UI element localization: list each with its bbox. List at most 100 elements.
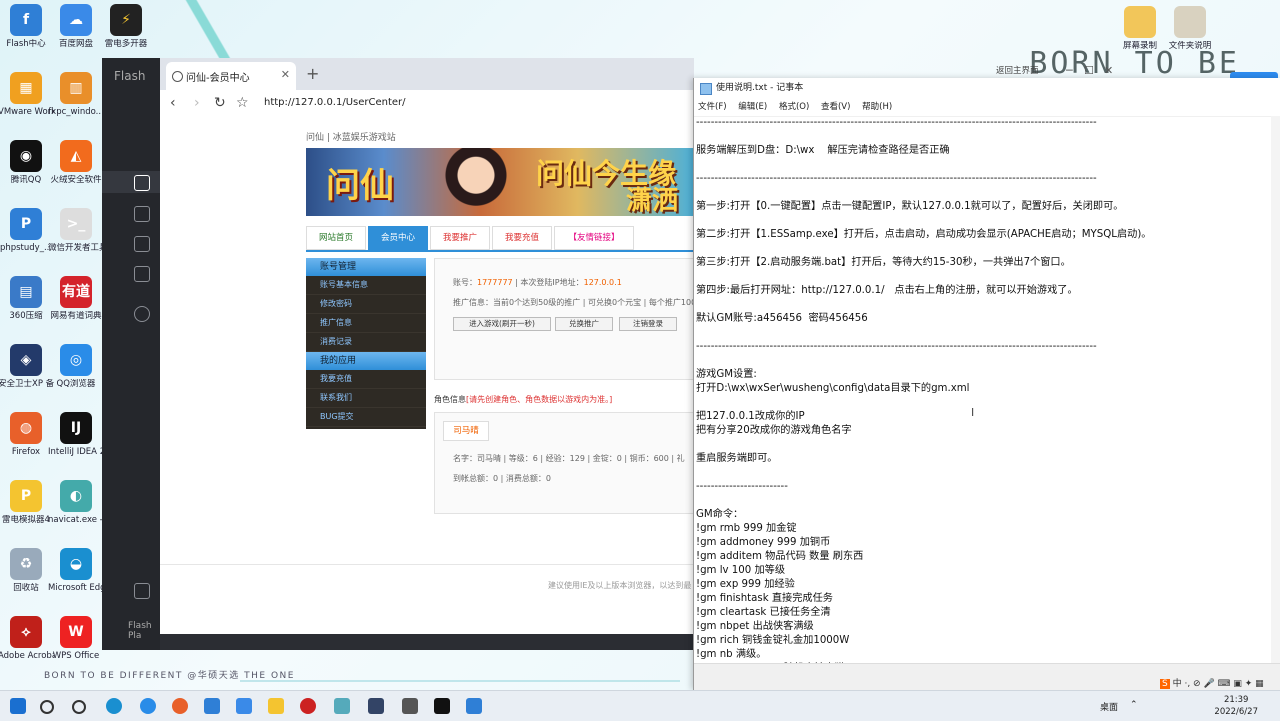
desktop-col2-icon-0[interactable]: ☁ 百度网盘 [48, 4, 104, 50]
edge-icon[interactable] [106, 698, 122, 714]
side-item-contact[interactable]: 联系我们 [306, 389, 426, 408]
desktop-left-icon-2[interactable]: ◉ 腾讯QQ [0, 140, 54, 186]
desktop-left-icon-3[interactable]: Pphpstudy_... [0, 208, 54, 254]
desktop-icon-label: phpstudy_... [0, 243, 53, 253]
notepad-line [696, 326, 1269, 340]
desktop-col2-icon-4[interactable]: 有道 网易有道词典 [48, 276, 104, 322]
image-icon[interactable] [134, 236, 150, 252]
side-item-change-password[interactable]: 修改密码 [306, 295, 426, 314]
logout-button[interactable]: 注销登录 [619, 317, 677, 331]
notepad-line: 把127.0.0.1改成你的IP [696, 411, 805, 422]
desktop-left-icon-1[interactable]: ▦ VMware Workstati... [0, 72, 54, 118]
notepad-task-icon[interactable] [334, 698, 350, 714]
firefox-icon[interactable] [172, 698, 188, 714]
record-icon[interactable] [300, 698, 316, 714]
clock-date: 2022/6/27 [1214, 707, 1258, 717]
role-tab[interactable]: 司马晴 [443, 421, 489, 441]
menu-recharge[interactable]: 我要充值 [492, 226, 552, 250]
notepad-scrollbar[interactable] [1271, 116, 1280, 664]
box-icon[interactable] [134, 266, 150, 282]
play-icon[interactable] [134, 175, 150, 191]
reload-icon[interactable]: ↻ [214, 95, 226, 111]
taskbar-clock[interactable]: 21:39 2022/6/27 [1214, 694, 1258, 718]
desktop-left-icon-9[interactable]: ⟡ Adobe Acrobat DC [0, 616, 54, 662]
flash-center-icon[interactable] [466, 698, 482, 714]
user-icon[interactable] [134, 306, 150, 322]
menu-help[interactable]: 帮助(H) [862, 102, 892, 112]
menu-format[interactable]: 格式(O) [779, 102, 809, 112]
desktop-icon-leidian-multi[interactable]: ⚡ 雷电多开器 [98, 4, 154, 50]
flash-icon[interactable] [204, 698, 220, 714]
terminal-icon[interactable] [434, 698, 450, 714]
side-item-promotion[interactable]: 推广信息 [306, 314, 426, 333]
menu-promote[interactable]: 我要推广 [430, 226, 490, 250]
vmware-icon[interactable] [368, 698, 384, 714]
menu-edit[interactable]: 编辑(E) [738, 102, 767, 112]
leidian-icon[interactable] [268, 698, 284, 714]
desktop-col2-icon-7[interactable]: ◐ navicat.exe - 快捷方式 [48, 480, 104, 526]
new-tab-button[interactable]: + [306, 64, 319, 83]
desktop-left-icon-5[interactable]: ◈ 安全卫士XP 备用/安全助手 [0, 344, 54, 390]
app-icon: ☁ [60, 4, 92, 36]
exchange-promo-button[interactable]: 兑换推广 [555, 317, 613, 331]
desktop-folder-screen-record[interactable]: 屏幕录制 [1112, 6, 1168, 52]
notepad-line: !gm addmoney 999 加铜币 [696, 537, 831, 548]
side-item-spending[interactable]: 消费记录 [306, 333, 426, 352]
desktop-folder-notes[interactable]: 文件夹说明 [1162, 6, 1218, 52]
browser-tab[interactable]: 问仙-会员中心 ✕ [166, 62, 296, 90]
desktop-icon-label: 网易有道词典 [50, 311, 102, 321]
side-item-bug-report[interactable]: BUG提交 [306, 408, 426, 427]
baidu-netdisk-icon[interactable] [236, 698, 252, 714]
notepad-line: ----------------------------------------… [696, 341, 1097, 352]
forward-icon[interactable]: › [194, 95, 200, 111]
feather-icon[interactable] [402, 698, 418, 714]
footer-divider [160, 564, 694, 565]
login-ip: 127.0.0.1 [583, 278, 622, 287]
search-icon[interactable] [40, 700, 54, 714]
maximize-icon[interactable]: ☐ [1084, 64, 1094, 77]
menu-view[interactable]: 查看(V) [821, 102, 850, 112]
notepad-line: !gm cleartask 已接任务全清 [696, 607, 831, 618]
desktop-left-icon-4[interactable]: ▤ 360压缩 [0, 276, 54, 322]
desktop-toolbar-label[interactable]: 桌面 [1100, 700, 1118, 713]
star-icon[interactable]: ☆ [236, 95, 249, 111]
address-bar[interactable]: http://127.0.0.1/UserCenter/ [264, 97, 406, 108]
desktop-col2-icon-6[interactable]: IJ IntelliJ IDEA 2019.3.3 x64 [48, 412, 104, 458]
side-item-recharge[interactable]: 我要充值 [306, 370, 426, 389]
close-icon[interactable]: ✕ [1104, 64, 1113, 77]
notepad-line [696, 242, 1269, 256]
windows-start-icon[interactable] [10, 698, 26, 714]
desktop-left-icon-8[interactable]: ♻ 回收站 [0, 548, 54, 594]
settings-icon[interactable] [134, 583, 150, 599]
notepad-line: ----------------------------------------… [696, 173, 1097, 184]
back-to-main-button[interactable]: 返回主界面 [996, 64, 1039, 76]
close-icon[interactable]: ✕ [281, 68, 290, 81]
back-icon[interactable]: ‹ [170, 95, 176, 111]
desktop-col2-icon-5[interactable]: ◎ QQ浏览器 [48, 344, 104, 390]
notepad-text-area[interactable]: ----------------------------------------… [696, 116, 1269, 664]
account-id: 1777777 [477, 278, 513, 287]
tray-chevron-icon[interactable]: ⌃ [1130, 700, 1138, 710]
task-view-icon[interactable] [72, 700, 86, 714]
role-totals-line: 到帐总额：0 | 消费总额：0 [453, 474, 551, 483]
menu-friend-links[interactable]: 【友情链接】 [554, 226, 634, 250]
menu-member-center[interactable]: 会员中心 [368, 226, 428, 250]
menu-file[interactable]: 文件(F) [698, 102, 727, 112]
side-item-account-info[interactable]: 账号基本信息 [306, 276, 426, 295]
desktop-left-icon-0[interactable]: f Flash中心 [0, 4, 54, 50]
desktop-left-icon-7[interactable]: P 雷电模拟器4 [0, 480, 54, 526]
desktop-col2-icon-2[interactable]: ◭ 火绒安全软件 [48, 140, 104, 186]
minimize-icon[interactable]: ─ [1066, 64, 1073, 77]
desktop-col2-icon-3[interactable]: >_ 微信开发者工具 [48, 208, 104, 254]
app-icon: ◭ [60, 140, 92, 172]
desktop-left-icon-6[interactable]: ◍ Firefox [0, 412, 54, 458]
game-icon[interactable] [134, 206, 150, 222]
enter-game-button[interactable]: 进入游戏(刷开一秒) [453, 317, 551, 331]
qq-browser-icon[interactable] [140, 698, 156, 714]
app-icon: ◒ [60, 548, 92, 580]
desktop-col2-icon-9[interactable]: W WPS Office [48, 616, 104, 662]
app-icon: ♻ [10, 548, 42, 580]
desktop-col2-icon-8[interactable]: ◒ Microsoft Edge [48, 548, 104, 594]
desktop-col2-icon-1[interactable]: ▥ fxpc_windo... [48, 72, 104, 118]
menu-home[interactable]: 网站首页 [306, 226, 366, 250]
